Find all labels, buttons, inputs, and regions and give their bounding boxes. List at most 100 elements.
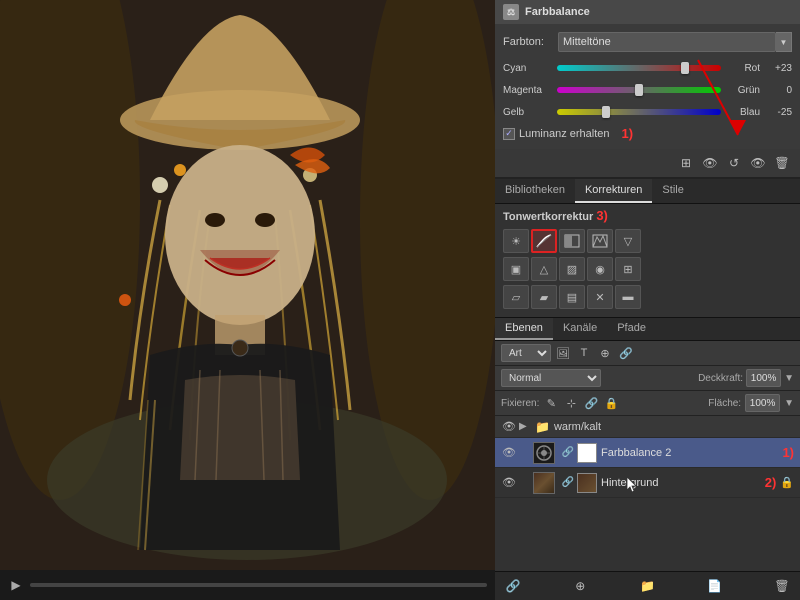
korrekturen-title: Tonwertkorrektur 3) <box>503 208 792 223</box>
folder-icon: 📁 <box>535 420 550 434</box>
korr-icon-channelmix[interactable]: ▤ <box>559 285 585 309</box>
toolbar-reset-icon[interactable]: ↺ <box>724 153 744 173</box>
cyan-rot-value: +23 <box>764 63 792 74</box>
layer-fb2-adj-icon <box>533 442 555 464</box>
deckkraft-area: Deckkraft: ▼ <box>698 369 794 387</box>
korr-icon-gradient[interactable]: ▱ <box>503 285 529 309</box>
korr-icon-curves[interactable] <box>531 229 557 253</box>
layer-hg-link: 🔗 <box>561 476 575 490</box>
layer-fb2-visibility[interactable]: 👁 <box>501 445 517 461</box>
layer-fb2-mask <box>577 443 597 463</box>
cyan-label: Cyan <box>503 63 553 74</box>
luminanz-checkbox-label[interactable]: ✓ Luminanz erhalten <box>503 128 610 140</box>
gelb-blau-row: Gelb Blau -25 <box>503 104 792 120</box>
ebenen-icon-4[interactable]: 🔗 <box>617 344 635 362</box>
cyan-rot-thumb[interactable] <box>681 62 689 74</box>
tab-stile[interactable]: Stile <box>652 179 693 203</box>
korrekturen-icons-row3: ▱ ▰ ▤ ✕ ▬ <box>503 285 792 309</box>
korr-icon-posterize[interactable]: ◉ <box>587 257 613 281</box>
bottom-link-icon[interactable]: 🔗 <box>503 576 523 596</box>
blend-mode-row: Normal Deckkraft: ▼ <box>495 366 800 391</box>
korr-icon-selective[interactable]: ▰ <box>531 285 557 309</box>
korr-icon-solidcolor[interactable]: ✕ <box>587 285 613 309</box>
korr-icon-vibrance[interactable] <box>587 229 613 253</box>
deckkraft-arrow[interactable]: ▼ <box>784 373 794 384</box>
layer-farbbalance2[interactable]: 👁 🔗 Farbbalance 2 1) <box>495 438 800 468</box>
ebenen-icon-1[interactable]: 🖼 <box>554 344 572 362</box>
korrekturen-icons-row1: ☀ ▽ <box>503 229 792 253</box>
bottom-adjustment-icon[interactable]: ⊕ <box>570 576 590 596</box>
bottom-newlayer-icon[interactable]: 📄 <box>705 576 725 596</box>
layer-fb2-annotation: 1) <box>782 445 794 460</box>
korr-icon-threshold[interactable]: ⊞ <box>615 257 641 281</box>
toolbar-eye-icon[interactable]: 👁 <box>700 153 720 173</box>
layer-warmkalt-arrow[interactable]: ▶ <box>519 421 533 432</box>
layer-hintergrund[interactable]: 👁 🔗 Hintergrund 2) 🔒 <box>495 468 800 498</box>
farbbalance-header: ⚖ Farbbalance <box>495 0 800 24</box>
annotation-3: 3) <box>596 208 608 223</box>
gelb-blau-thumb[interactable] <box>602 106 610 118</box>
toolbar-visibility-icon[interactable]: 👁 <box>748 153 768 173</box>
korr-icon-brightness[interactable]: ☀ <box>503 229 529 253</box>
blend-mode-dropdown[interactable]: Normal <box>501 369 601 387</box>
tab-kanaele[interactable]: Kanäle <box>553 318 607 340</box>
korr-icon-pattern[interactable]: ▬ <box>615 285 641 309</box>
timeline[interactable] <box>30 583 487 587</box>
magenta-gruen-value: 0 <box>764 85 792 96</box>
korr-icon-exposure[interactable] <box>559 229 585 253</box>
layer-hg-visibility[interactable]: 👁 <box>501 475 517 491</box>
ebenen-icon-2[interactable]: T <box>575 344 593 362</box>
fixieren-position-icon[interactable]: ✎ <box>543 395 559 411</box>
fixieren-lock-icon[interactable]: 🔒 <box>603 395 619 411</box>
farbton-select[interactable]: Mitteltöne <box>558 32 776 52</box>
toolbar-grid-icon[interactable]: ⊞ <box>676 153 696 173</box>
fixieren-label: Fixieren: <box>501 398 539 409</box>
farbton-arrow[interactable]: ▼ <box>776 32 792 52</box>
ebenen-art-toolbar: Art 🖼 T ⊕ 🔗 <box>495 341 800 366</box>
layer-warmkalt-name: warm/kalt <box>554 421 794 433</box>
magenta-label: Magenta <box>503 85 553 96</box>
cyan-rot-track <box>557 65 721 71</box>
layer-hg-lock: 🔒 <box>780 476 794 489</box>
balance-icon: ⚖ <box>503 4 519 20</box>
flaeche-arrow[interactable]: ▼ <box>784 398 794 409</box>
fixieren-link-icon[interactable]: 🔗 <box>583 395 599 411</box>
cursor-indicator <box>625 476 641 492</box>
tab-ebenen[interactable]: Ebenen <box>495 318 553 340</box>
layer-group-warmkalt[interactable]: 👁 ▶ 📁 warm/kalt <box>495 416 800 438</box>
layer-hg-mask <box>577 473 597 493</box>
annotation-1: 1) <box>622 126 634 141</box>
flaeche-input[interactable] <box>745 394 780 412</box>
cyan-rot-row: Cyan Rot +23 <box>503 60 792 76</box>
play-button[interactable]: ▶ <box>8 577 24 593</box>
tab-pfade[interactable]: Pfade <box>607 318 656 340</box>
ebenen-tabs: Ebenen Kanäle Pfade <box>495 318 800 341</box>
art-dropdown[interactable]: Art <box>501 344 551 362</box>
ebenen-section: Ebenen Kanäle Pfade Art 🖼 T ⊕ 🔗 Normal D… <box>495 317 800 600</box>
magenta-gruen-thumb[interactable] <box>635 84 643 96</box>
deckkraft-input[interactable] <box>746 369 781 387</box>
layer-fb2-name: Farbbalance 2 <box>601 447 778 459</box>
gelb-label: Gelb <box>503 107 553 118</box>
bottom-delete-icon[interactable]: 🗑 <box>772 576 792 596</box>
fixieren-pixels-icon[interactable]: ⊹ <box>563 395 579 411</box>
korrekturen-icons-row2: ▣ △ ▨ ◉ ⊞ <box>503 257 792 281</box>
tab-korrekturen[interactable]: Korrekturen <box>575 179 652 203</box>
flaeche-label: Fläche: <box>708 398 741 409</box>
ebenen-icon-3[interactable]: ⊕ <box>596 344 614 362</box>
sliders-container: Cyan Rot +23 Magenta <box>503 60 792 120</box>
bottom-folder-icon[interactable]: 📁 <box>638 576 658 596</box>
luminanz-text: Luminanz erhalten <box>519 128 610 140</box>
layer-warmkalt-visibility[interactable]: 👁 <box>501 419 517 435</box>
korr-icon-colbalance[interactable]: ▽ <box>615 229 641 253</box>
tab-bibliotheken[interactable]: Bibliotheken <box>495 179 575 203</box>
layer-hg-annotation: 2) <box>765 475 777 490</box>
korr-icon-colorlookup[interactable]: △ <box>531 257 557 281</box>
image-panel: ▶ <box>0 0 495 600</box>
korr-icon-invert[interactable]: ▨ <box>559 257 585 281</box>
toolbar-delete-icon[interactable]: 🗑 <box>772 153 792 173</box>
main-tabs: Bibliotheken Korrekturen Stile <box>495 179 800 204</box>
korrekturen-section: Tonwertkorrektur 3) ☀ <box>495 204 800 317</box>
luminanz-checkbox[interactable]: ✓ <box>503 128 515 140</box>
korr-icon-hsl[interactable]: ▣ <box>503 257 529 281</box>
